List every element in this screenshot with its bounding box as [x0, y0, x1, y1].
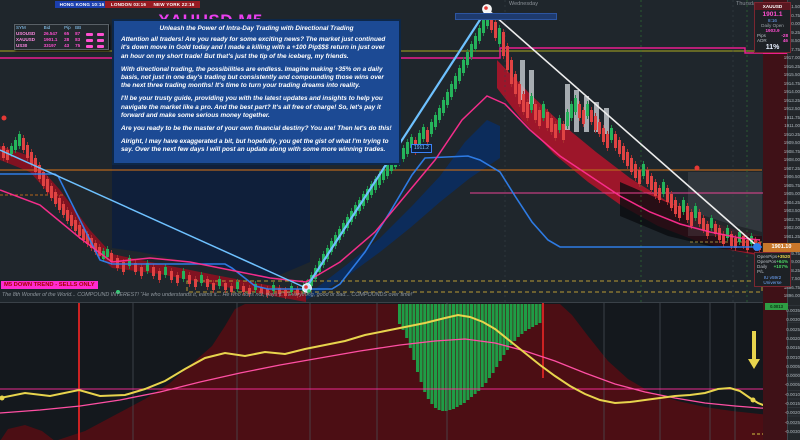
note-paragraph: Attention all traders! Are you ready for… [121, 36, 386, 60]
indicator-tick: -0.0005 [784, 382, 800, 388]
indicator-tick: -0.0010 [784, 391, 800, 397]
watchlist-row[interactable]: US30 33197 43 75 [15, 43, 108, 49]
price-tick: 1909.50 [783, 140, 800, 145]
price-tick: 1904.25 [783, 199, 800, 205]
indicator-tick: -0.0020 [784, 410, 800, 416]
price-tick: 1907.25 [783, 165, 800, 171]
price-tick: 1908.00 [783, 157, 800, 162]
indicator-tick: 0.0025 [786, 326, 800, 332]
top-strip-bar [455, 13, 557, 20]
price-tick: 1912.50 [783, 106, 800, 111]
indicator-tick: 0.0015 [786, 345, 800, 351]
indicator-tick: -0.0025 [784, 419, 800, 425]
indicator-tick: 0.0010 [786, 354, 800, 360]
indicator-tick: 0.0035 [786, 308, 800, 313]
session-clock: LONDON 03:16 [105, 1, 152, 8]
note-paragraph: Alright, I may have exaggerated a bit, b… [121, 138, 389, 154]
panel-percent: 11% [765, 44, 780, 51]
price-tick: 1916.25 [783, 63, 800, 69]
indicator-canvas[interactable] [0, 303, 763, 440]
indicator-value-badge: 0.0013 [765, 303, 788, 310]
panel-symbol: XAUUSD [755, 3, 790, 10]
price-tick: 1911.75 [784, 114, 800, 120]
note-title: Unleash the Power of Intra-Day Trading w… [159, 25, 354, 32]
indicator-tick: -0.0015 [784, 401, 800, 406]
price-tick: 1905.75 [783, 182, 800, 188]
note-paragraph: Are you ready to be the master of your o… [121, 124, 392, 132]
price-tick: 1903.50 [783, 208, 800, 213]
indicator-tick: 0.0020 [786, 335, 800, 341]
note-paragraph: I'll be your trusty guide, providing you… [121, 95, 383, 119]
panel-price: 1901.1 [762, 11, 783, 18]
price-tick: 1901.25 [783, 233, 800, 239]
price-tick: 1902.75 [783, 216, 800, 222]
annotation-note-box: Unleash the Power of Intra-Day Trading w… [112, 19, 401, 166]
price-tick: 1914.00 [783, 89, 800, 94]
price-tick: 1911.00 [784, 123, 800, 128]
indicator-tick: -0.0030 [784, 428, 800, 434]
price-tick: 1905.00 [783, 191, 800, 196]
price-tick: 1908.75 [783, 148, 800, 154]
session-clock: NEW YORK 22:16 [148, 1, 200, 8]
indicator-tick: 0.0005 [786, 363, 800, 369]
trend-status-badge: M5 DOWN TREND - SELLS ONLY [1, 281, 98, 289]
price-tick: 1913.25 [783, 97, 800, 103]
watchlist-panel[interactable]: SYM Bid Pip BB USOUSD 26.547 65 87 XAUUSD 1901.1 2… [14, 24, 109, 50]
price-tick: 1915.50 [783, 72, 800, 77]
note-paragraph: With directional trading, the possibilit… [121, 65, 384, 90]
price-tick: 1906.50 [783, 174, 800, 179]
current-price-label: 1901.10 [763, 243, 800, 252]
day-label: Wednesday [509, 1, 538, 7]
quote-text: The 8th Wonder of the World... COMPOUND … [2, 292, 414, 298]
price-tick: 1910.25 [783, 131, 800, 137]
price-tick: 1917.00 [783, 55, 800, 60]
price-tick: 1914.75 [783, 80, 800, 86]
indicator-panel[interactable] [0, 302, 763, 440]
indicator-tick: 0.0000 [786, 373, 800, 379]
price-tick: 1902.00 [783, 225, 800, 230]
price-tick: 1896.00 [783, 293, 800, 298]
symbol-info-panel: XAUUSD 1901.1 8:16 Daily Open 1903.9 Pip… [754, 2, 791, 53]
indicator-tick: 0.0030 [786, 317, 800, 323]
indicator-brand: IU v59r2 Universe [763, 275, 782, 286]
session-clock: HONG KONG 10:16 [55, 1, 109, 8]
position-info-panel: OpenPips +3520 OpenPos +64% Daily P/L +107% I… [754, 252, 791, 288]
price-scale[interactable]: 1921.50 1920.75 1920.00 1919.25 1918.50 1917.… [783, 0, 800, 440]
price-flag-label: 1911.2 [411, 144, 432, 153]
trading-platform-window: 1921.50 1920.75 1920.00 1919.25 1918.50 1917.… [0, 0, 800, 440]
